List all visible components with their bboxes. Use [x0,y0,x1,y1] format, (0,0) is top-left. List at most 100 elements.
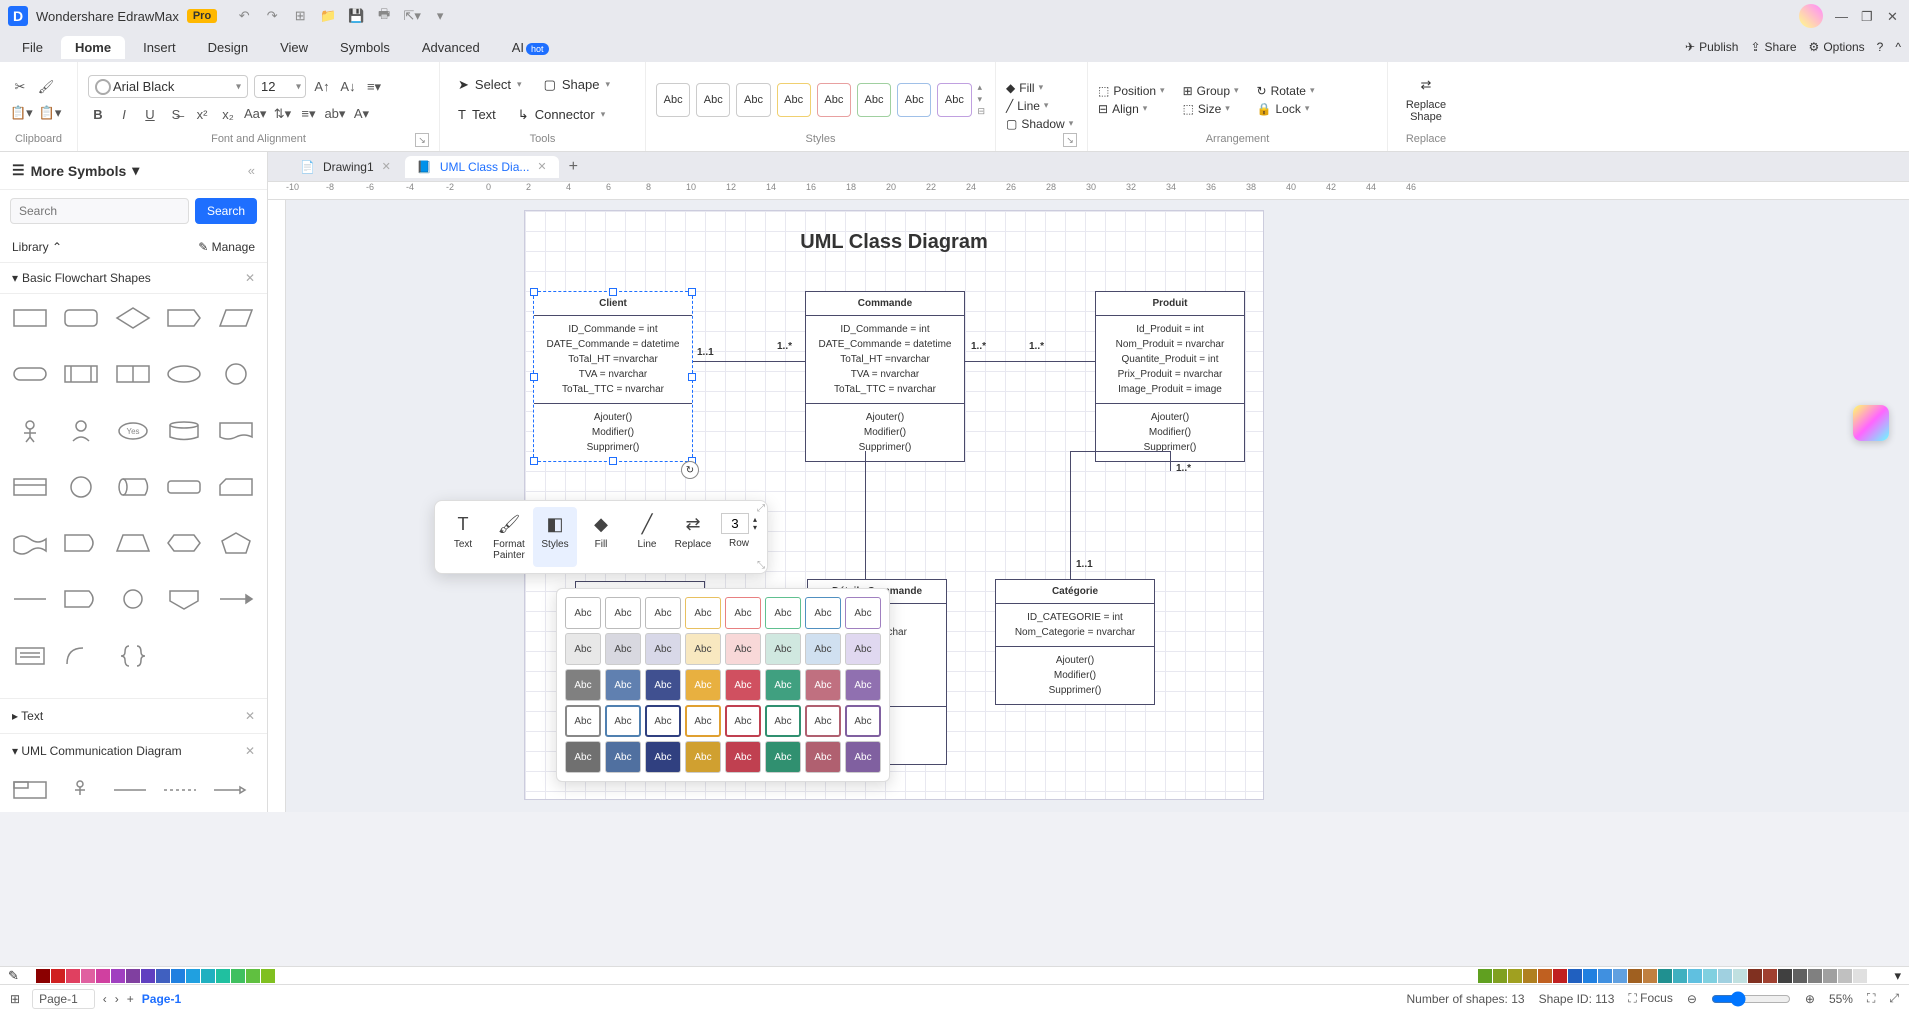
rotate-button[interactable]: ↻ Rotate ▾ [1257,84,1315,98]
color-swatch[interactable] [1838,969,1852,983]
next-page-icon[interactable]: › [115,992,119,1006]
shape-note[interactable] [10,642,50,670]
uml-class-produit[interactable]: Produit Id_Produit = int Nom_Produit = n… [1095,291,1245,462]
style-preset[interactable]: Abc [736,83,770,117]
style-gallery-item[interactable]: Abc [645,669,681,701]
color-swatch[interactable] [1553,969,1567,983]
palette-menu-icon[interactable]: ▾ [1894,968,1901,984]
selection-handle[interactable] [530,457,538,465]
style-gallery-item[interactable]: Abc [765,741,801,773]
publish-button[interactable]: ✈ Publish [1685,40,1738,54]
style-more-icon[interactable]: ⊟ [978,106,986,117]
zoom-out-icon[interactable]: ⊖ [1687,992,1697,1006]
selection-handle[interactable] [530,288,538,296]
style-gallery-item[interactable]: Abc [805,669,841,701]
bold-icon[interactable]: B [88,104,108,124]
color-swatch[interactable] [1628,969,1642,983]
style-gallery-item[interactable]: Abc [565,669,601,701]
style-gallery-item[interactable]: Abc [725,597,761,629]
shape-cylinder[interactable] [164,417,204,445]
color-swatch[interactable] [1673,969,1687,983]
position-button[interactable]: ⬚ Position ▾ [1098,84,1165,98]
lock-button[interactable]: 🔒 Lock ▾ [1257,102,1315,116]
style-launcher-icon[interactable]: ↘ [1063,133,1077,147]
color-swatch[interactable] [111,969,125,983]
collapse-ribbon-icon[interactable]: ^ [1895,40,1901,54]
style-gallery-item[interactable]: Abc [805,705,841,737]
export-icon[interactable]: ⇱▾ [403,7,421,25]
uml-class-categorie[interactable]: Catégorie ID_CATEGORIE = int Nom_Categor… [995,579,1155,705]
menu-home[interactable]: Home [61,36,125,59]
color-swatch[interactable] [96,969,110,983]
color-swatch[interactable] [66,969,80,983]
style-gallery-item[interactable]: Abc [685,633,721,665]
color-swatch[interactable] [231,969,245,983]
shape-table[interactable] [10,473,50,501]
shape-tag[interactable] [61,529,101,557]
uml-actor-shape[interactable] [60,776,100,804]
case-icon[interactable]: Aa▾ [244,104,266,124]
menu-ai[interactable]: AIhot [498,36,563,59]
maximize-icon[interactable]: ❐ [1861,9,1875,23]
shape-ellipse[interactable] [164,360,204,388]
close-category-icon[interactable]: ✕ [245,271,255,285]
group-button[interactable]: ⊞ Group ▾ [1183,84,1239,98]
color-swatch[interactable] [1763,969,1777,983]
style-gallery-item[interactable]: Abc [845,669,881,701]
color-swatch[interactable] [1508,969,1522,983]
connector[interactable] [1070,451,1071,579]
style-gallery-item[interactable]: Abc [765,633,801,665]
shape-rounded2[interactable] [164,473,204,501]
style-gallery-item[interactable]: Abc [725,633,761,665]
user-avatar[interactable] [1799,4,1823,28]
print-icon[interactable]: 🖶 [375,7,393,25]
close-tab-icon[interactable]: ✕ [382,160,391,173]
tab-drawing1[interactable]: 📄 Drawing1 ✕ [288,156,403,178]
collapse-panel-icon[interactable]: « [248,163,255,178]
style-gallery-item[interactable]: Abc [685,597,721,629]
category-basic-flowchart[interactable]: ▾ Basic Flowchart Shapes [12,271,151,285]
shape-pentagon[interactable] [216,529,256,557]
fill-button[interactable]: ◆ Fill ▾ [1006,81,1073,95]
redo-icon[interactable]: ↷ [263,7,281,25]
style-gallery-item[interactable]: Abc [805,633,841,665]
shape-flag[interactable] [164,304,204,332]
page-tab[interactable]: Page-1 [142,992,181,1006]
shape-tool[interactable]: ▢ Shape ▾ [536,73,618,97]
menu-symbols[interactable]: Symbols [326,36,404,59]
color-swatch[interactable] [1808,969,1822,983]
copy-icon[interactable]: 📋▾ [10,103,33,123]
superscript-icon[interactable]: x² [192,104,212,124]
color-swatch[interactable] [216,969,230,983]
shape-brace[interactable] [113,642,153,670]
close-text-category-icon[interactable]: ✕ [245,709,255,723]
replace-shape-button[interactable]: Replace Shape [1406,99,1446,123]
ft-format-painter-button[interactable]: 🖌Format Painter [487,507,531,567]
color-swatch[interactable] [1658,969,1672,983]
style-gallery-item[interactable]: Abc [605,633,641,665]
shape-arc[interactable] [61,642,101,670]
ft-text-button[interactable]: TText [441,507,485,567]
connector-tool[interactable]: ↳ Connector ▾ [510,103,613,127]
style-down-icon[interactable]: ▾ [978,94,986,105]
zoom-in-icon[interactable]: ⊕ [1805,992,1815,1006]
share-button[interactable]: ⇪ Share [1750,40,1796,54]
shape-hex[interactable] [164,529,204,557]
connector[interactable] [1170,451,1171,471]
style-gallery-item[interactable]: Abc [685,669,721,701]
font-selector[interactable]: Arial Black [88,75,248,98]
style-gallery-item[interactable]: Abc [605,669,641,701]
ft-fill-button[interactable]: ◆Fill [579,507,623,567]
style-gallery-item[interactable]: Abc [725,669,761,701]
close-uml-category-icon[interactable]: ✕ [245,744,255,758]
color-swatch[interactable] [1778,969,1792,983]
color-swatch[interactable] [126,969,140,983]
style-gallery-item[interactable]: Abc [845,633,881,665]
color-swatch[interactable] [1853,969,1867,983]
search-button[interactable]: Search [195,198,257,224]
color-swatch[interactable] [1523,969,1537,983]
connector[interactable] [693,361,805,362]
style-gallery-item[interactable]: Abc [645,633,681,665]
color-swatch[interactable] [1823,969,1837,983]
text-tool[interactable]: T Text [450,103,504,126]
